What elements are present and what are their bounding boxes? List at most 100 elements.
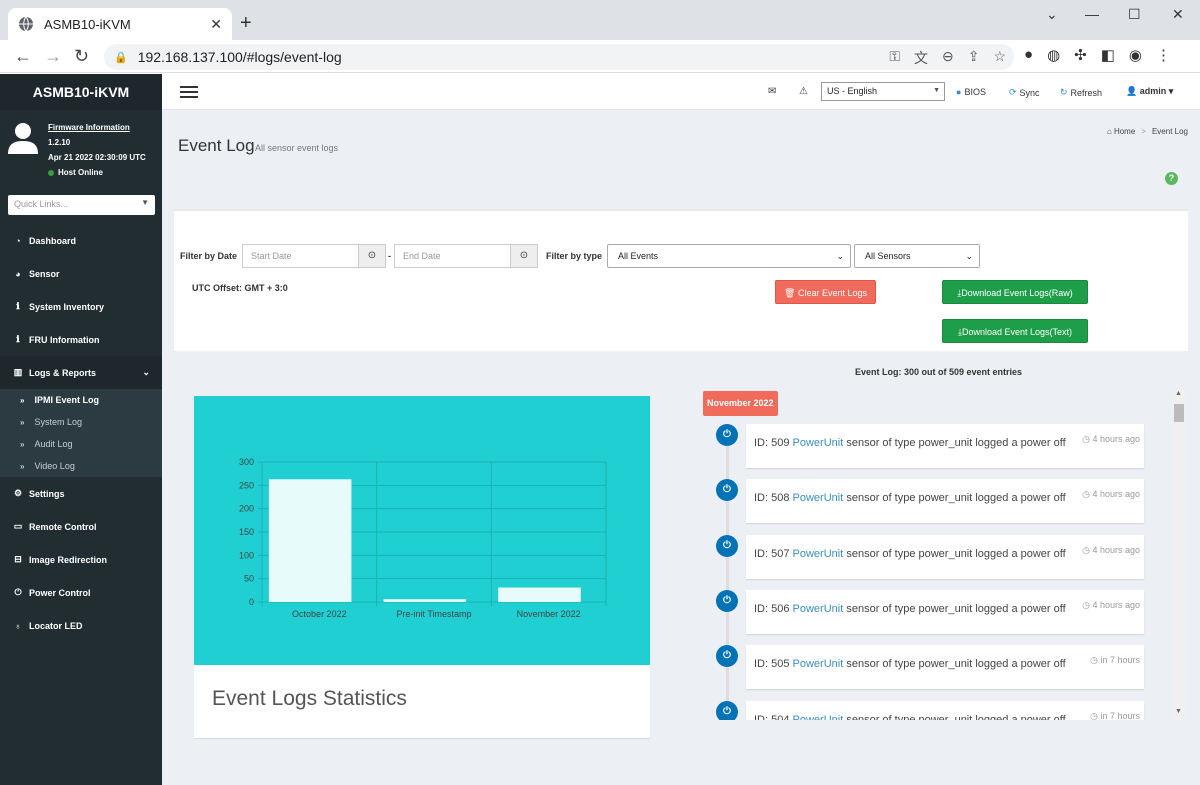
more-menu-icon[interactable]: ⋮ [1156,46,1171,64]
entry-id: ID: 505 [754,658,790,671]
share-icon[interactable]: ⇪ [968,48,980,68]
language-select[interactable]: US - English ▼ [821,82,945,101]
utc-offset-label: UTC Offset: GMT + 3:0 [192,283,288,293]
quick-links-placeholder: Quick Links... [14,199,69,209]
scroll-down-icon[interactable]: ▼ [1175,708,1182,715]
start-date-input[interactable]: Start Date [242,244,359,268]
clear-event-logs-button[interactable]: 🗑 Clear Event Logs [775,280,876,304]
entry-sensor-link[interactable]: PowerUnit [793,658,844,670]
timeline-card: ID: 508 PowerUnit sensor of type power_u… [746,479,1144,524]
sidebar-item-sensor[interactable]: ◕ Sensor [0,257,162,290]
refresh-link[interactable]: ↻ Refresh [1060,87,1102,98]
sidebar-item-system-inventory[interactable]: ℹ System Inventory [0,290,162,323]
window-close-icon[interactable]: ✕ [1172,6,1184,23]
puzzle-extensions-icon[interactable]: ✣ [1074,46,1087,64]
browser-tab[interactable]: ASMB10-iKVM ✕ [8,8,232,40]
bios-link[interactable]: ● BIOS [956,87,986,97]
clock-icon[interactable]: ⊙ [510,244,538,268]
event-type-select[interactable]: All Events ⌄ [607,244,851,268]
submenu-item-audit-log[interactable]: » Audit Log [0,433,162,455]
timeline-date-label: November 2022 [703,391,778,416]
timeline-entry: ⏻ ID: 506 PowerUnit sensor of type power_… [702,589,1146,637]
end-date-input[interactable]: End Date [394,244,511,268]
entry-time-text: 4 hours ago [1092,544,1140,555]
sidebar-item-image-redirection[interactable]: ⊟ Image Redirection [0,543,162,576]
logs-submenu: » IPMI Event Log » System Log » Audit Log »… [0,389,162,477]
entry-sensor-link[interactable]: PowerUnit [793,492,844,504]
new-tab-button[interactable]: + [240,12,252,35]
breadcrumb-home[interactable]: Home [1114,127,1135,136]
sidebar-item-label: Image Redirection [29,554,108,565]
tab-close-icon[interactable]: ✕ [210,16,222,33]
sensor-select[interactable]: All Sensors ⌄ [854,244,980,268]
back-icon[interactable]: ← [14,46,32,67]
entry-time-text: in 7 hours [1100,655,1140,666]
download-text-button[interactable]: ⤓Download Event Logs(Text) [942,319,1088,343]
clock-icon[interactable]: ⊙ [358,244,386,268]
url-input[interactable]: 🔒 192.168.137.100/#logs/event-log ⚿ 文 ⊖ … [104,44,1014,70]
submenu-item-video-log[interactable]: » Video Log [0,455,162,477]
user-name: admin [1139,86,1167,96]
double-chevron-icon: » [20,417,25,427]
submenu-item-system-log[interactable]: » System Log [0,411,162,433]
key-icon[interactable]: ⚿ [889,48,900,68]
sidebar-item-dashboard[interactable]: ◔ Dashboard [0,224,162,257]
submenu-label: Audit Log [34,439,73,449]
envelope-icon[interactable]: ✉ [768,86,776,97]
sidebar-item-settings[interactable]: ⚙ Settings [0,477,162,510]
entry-sensor-link[interactable]: PowerUnit [793,437,844,449]
bar [383,599,467,602]
profile-avatar-icon[interactable]: ◉ [1129,46,1142,64]
power-icon: ⏻ [716,700,738,720]
lock-icon: 🔒 [114,51,128,64]
submenu-label: IPMI Event Log [34,395,99,405]
entry-id: ID: 504 [754,713,790,721]
sidebar-item-power-control[interactable]: ⏻ Power Control [0,576,162,609]
sidebar-item-logs-reports[interactable]: ▥ Logs & Reports ⌄ [0,356,162,389]
reload-icon[interactable]: ↻ [74,46,89,67]
entry-sensor-link[interactable]: PowerUnit [793,603,844,615]
forward-icon[interactable]: → [44,46,62,67]
help-icon[interactable]: ? [1165,172,1178,185]
quick-links-select[interactable]: Quick Links... ▼ [8,195,155,215]
entry-text: ID: 507 PowerUnit sensor of type power_u… [754,548,1066,560]
submenu-label: Video Log [34,461,75,471]
entry-sensor-link[interactable]: PowerUnit [793,714,844,721]
scroll-up-icon[interactable]: ▲ [1175,390,1182,397]
user-menu[interactable]: 👤 admin ▾ [1126,86,1173,97]
sidebar-item-fru-information[interactable]: ℹ FRU Information [0,323,162,356]
y-tick-label: 100 [239,550,254,560]
sidebar-item-locator-led[interactable]: ♁ Locator LED [0,609,162,642]
entry-time: ◷ 4 hours ago [1082,545,1140,556]
chart-icon: ▥ [13,367,23,377]
tab-search-icon[interactable]: ⌄ [1046,6,1058,23]
timeline-scrollbar[interactable]: ▲ ▼ [1172,388,1186,720]
entry-message: sensor of type power_unit logged a power… [846,602,1066,615]
x-tick-label: October 2022 [292,609,347,619]
timeline-entry: ⏻ ID: 508 PowerUnit sensor of type power_… [702,479,1146,526]
y-tick-label: 150 [239,527,254,537]
warning-icon[interactable]: ⚠ [799,86,808,97]
firmware-info-link[interactable]: Firmware Information [48,120,146,135]
entry-time: ◷ 4 hours ago [1082,600,1140,611]
cookie-extension-icon[interactable]: ● [1024,46,1033,64]
bookmark-star-icon[interactable]: ☆ [993,48,1006,68]
minimize-icon[interactable]: — [1085,6,1099,22]
zoom-icon[interactable]: ⊖ [942,48,954,68]
submenu-item-ipmi-event-log[interactable]: » IPMI Event Log [0,389,162,411]
translate-icon[interactable]: 文 [914,48,928,68]
entry-sensor-link[interactable]: PowerUnit [793,548,844,560]
sidepanel-icon[interactable]: ◧ [1101,46,1115,64]
globe-extension-icon[interactable]: ◍ [1047,46,1060,64]
sync-link[interactable]: ⟳ Sync [1009,87,1040,98]
scroll-thumb[interactable] [1174,404,1184,422]
maximize-icon[interactable]: ☐ [1128,6,1141,23]
entry-id: ID: 508 [754,492,790,505]
filter-by-date-label: Filter by Date [180,251,238,261]
double-chevron-icon: » [20,439,25,449]
sidebar-item-remote-control[interactable]: ▭ Remote Control [0,510,162,543]
hamburger-menu-icon[interactable] [180,86,198,98]
sidebar-item-label: Sensor [29,268,60,279]
event-count: Event Log: 300 out of 509 event entries [855,367,1023,377]
download-raw-button[interactable]: ⤓Download Event Logs(Raw) [942,280,1088,304]
